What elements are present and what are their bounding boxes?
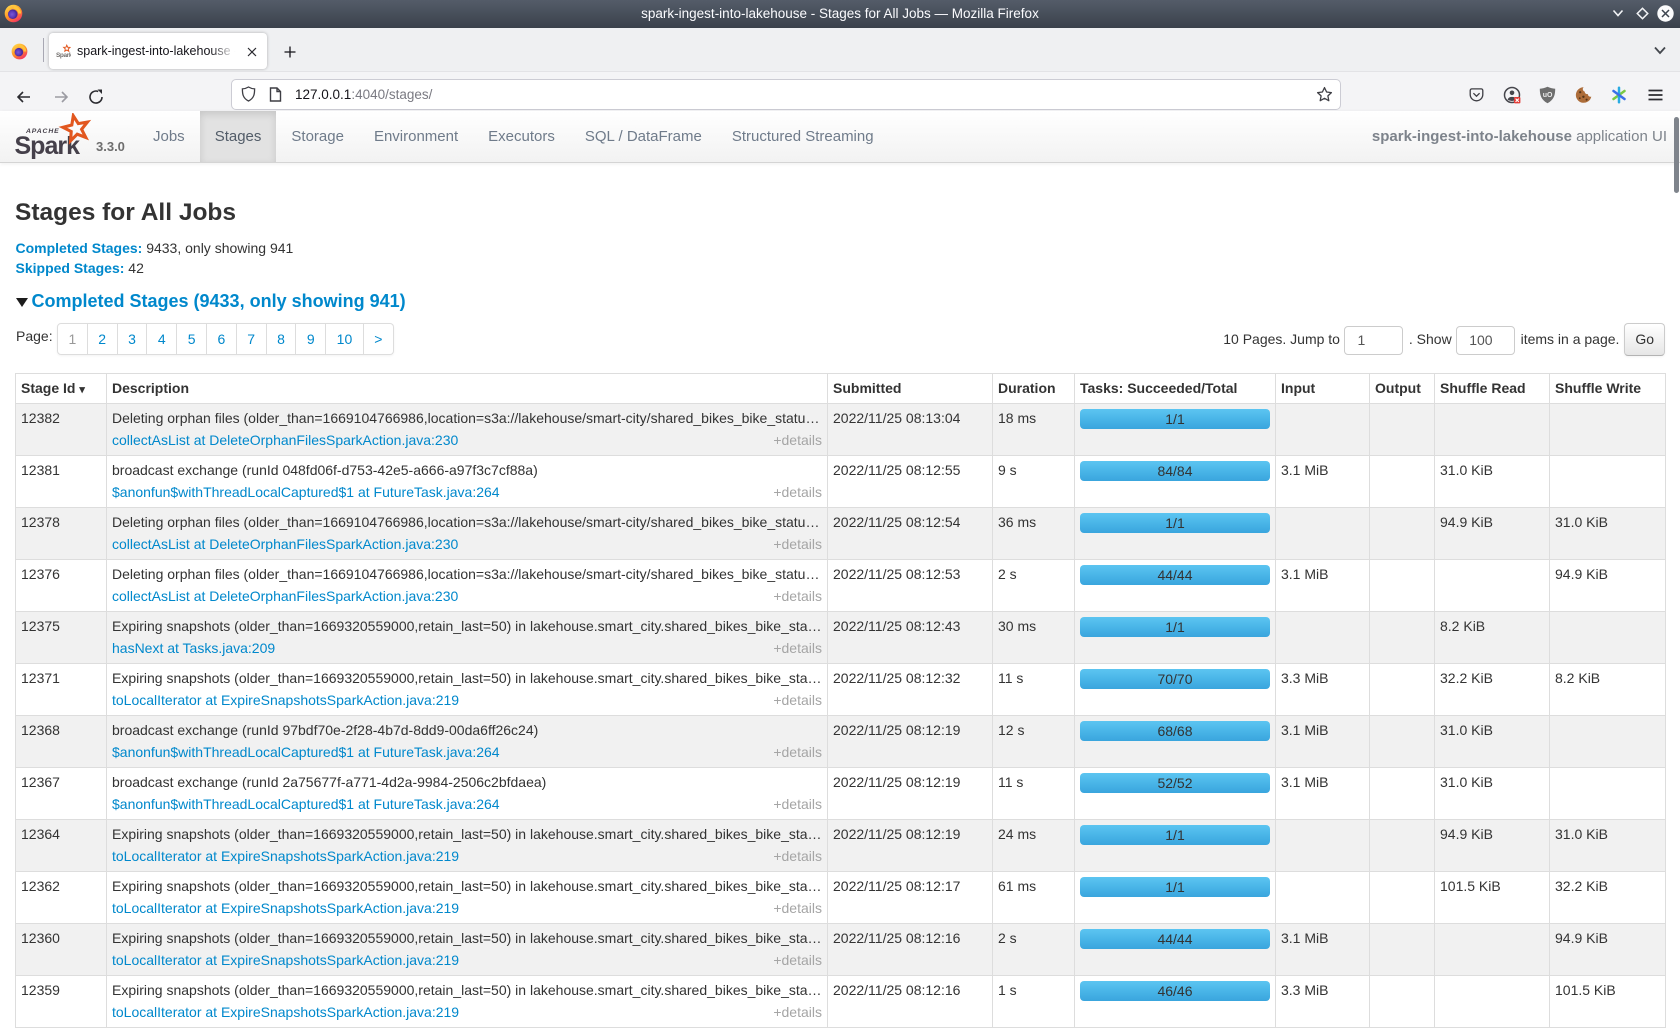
svg-text:APACHE: APACHE [25,128,60,135]
svg-text:Spark: Spark [56,52,71,59]
svg-text:uO: uO [1543,92,1553,99]
